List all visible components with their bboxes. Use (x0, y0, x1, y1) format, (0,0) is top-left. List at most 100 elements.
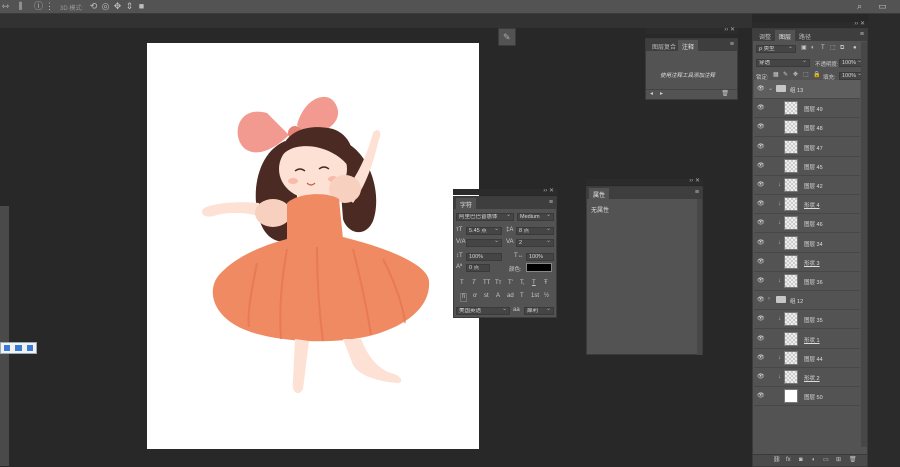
ordinals-button[interactable]: 1st (531, 293, 539, 300)
drag-3d-icon[interactable]: ✥ (113, 2, 122, 11)
layer-row[interactable]: 👁 ↓ 图层 35 (754, 310, 860, 330)
layer-row[interactable]: 👁 ↓ 图层 42 (754, 176, 860, 195)
tracking-field[interactable]: 2 (516, 239, 554, 247)
layer-name[interactable]: 图层 44 (804, 355, 823, 363)
more-icon[interactable]: ⋮ (45, 2, 54, 11)
kerning-field[interactable] (466, 239, 502, 247)
filter-pixel-icon[interactable]: ▣ (801, 45, 807, 52)
layer-name[interactable]: 图层 36 (804, 278, 823, 286)
layer-row[interactable]: 👁 图层 45 (754, 156, 860, 176)
align-icon[interactable]: ⫼ (16, 2, 25, 11)
layer-name[interactable]: 组 12 (790, 297, 803, 305)
layer-name[interactable]: 图层 42 (804, 182, 823, 190)
layer-thumbnail[interactable] (784, 389, 798, 404)
layer-thumbnail[interactable] (784, 274, 798, 288)
mask-icon[interactable]: ◙ (799, 457, 803, 464)
folder-icon[interactable]: ▭ (823, 457, 829, 464)
layer-row[interactable]: 👁 图层 47 (754, 137, 860, 157)
baseline-shift-field[interactable]: 0 点 (466, 264, 490, 272)
layer-name[interactable]: 形状 2 (804, 374, 820, 382)
visibility-eye-icon[interactable]: 👁 (757, 182, 765, 188)
layer-row[interactable]: 👁 图层 50 (754, 387, 860, 407)
visibility-eye-icon[interactable]: 👁 (757, 86, 765, 92)
language-select[interactable]: 美国英语 (456, 307, 510, 315)
tab-adjustments[interactable]: 调整 (755, 30, 775, 41)
new-layer-icon[interactable]: ⊞ (836, 457, 841, 464)
info-icon[interactable]: ⓘ (34, 2, 43, 11)
layer-name[interactable]: 组 13 (790, 86, 803, 94)
layer-thumbnail[interactable] (784, 254, 798, 269)
layer-thumbnail[interactable] (784, 158, 798, 173)
shirt-icon[interactable] (15, 345, 22, 351)
faux-italic-button[interactable]: T (472, 280, 476, 287)
superscript-button[interactable]: T' (508, 280, 513, 287)
tab-layer-comps[interactable]: 图层复合 (648, 40, 680, 51)
visibility-eye-icon[interactable]: 👁 (757, 393, 765, 399)
ligatures-button[interactable]: fi (460, 293, 467, 302)
font-size-field[interactable]: 5.45 点 (466, 227, 502, 235)
layer-name[interactable]: 形状 4 (804, 201, 820, 209)
stylistic-alternates-button[interactable]: A (496, 293, 500, 300)
layer-thumbnail[interactable] (784, 101, 798, 116)
fractions-button[interactable]: ½ (544, 293, 549, 300)
layer-thumbnail[interactable] (784, 312, 798, 327)
layer-name[interactable]: 图层 48 (804, 124, 823, 132)
layer-name[interactable]: 形状 1 (804, 336, 820, 344)
titling-button[interactable]: ad (507, 293, 514, 300)
font-family-select[interactable]: 阿里巴巴普惠体 (456, 213, 514, 221)
move-tool-icon[interactable]: ⇿ (1, 2, 10, 11)
group-expand-icon[interactable]: ⌄ (768, 85, 773, 92)
old-style-button[interactable]: ơ (473, 293, 477, 300)
leading-field[interactable]: 8 点 (516, 227, 554, 235)
layer-thumbnail[interactable] (784, 370, 798, 384)
layer-thumbnail[interactable] (784, 350, 798, 365)
layer-group-row[interactable]: 👁 ⌄ 组 13 (754, 80, 860, 99)
tab-layers[interactable]: 图层 (775, 30, 796, 41)
grid-icon[interactable] (27, 345, 33, 351)
layer-row[interactable]: 👁 ↓ 形状 2 (754, 368, 860, 387)
lock-artboard-icon[interactable]: ⬚ (803, 72, 809, 79)
layer-thumbnail[interactable] (784, 139, 798, 154)
visibility-eye-icon[interactable]: 👁 (757, 105, 765, 111)
layer-thumbnail[interactable] (784, 216, 798, 231)
visibility-eye-icon[interactable]: 👁 (757, 240, 765, 246)
layer-row[interactable]: 👁 ↓ 形状 4 (754, 195, 860, 215)
collapse-icon[interactable]: ›› ✕ (689, 177, 700, 184)
layer-name[interactable]: 图层 47 (804, 144, 823, 152)
next-note-icon[interactable]: ▸ (660, 91, 663, 98)
layer-thumbnail[interactable] (784, 331, 798, 346)
vertical-scale-field[interactable]: 100% (466, 253, 502, 261)
rotate-3d-icon[interactable]: ⟲ (89, 2, 98, 11)
document-canvas[interactable] (147, 43, 479, 449)
fx-icon[interactable]: fx (786, 457, 791, 464)
frame-icon[interactable] (4, 345, 10, 351)
antialias-select[interactable]: 犀利 (524, 307, 554, 315)
delete-note-icon[interactable]: 🗑 (721, 91, 729, 98)
all-caps-button[interactable]: TT (483, 280, 490, 287)
slide-3d-icon[interactable]: ⇕ (125, 2, 134, 11)
ornaments-button[interactable]: T (520, 293, 524, 300)
collapse-icon[interactable]: ›› ✕ (543, 187, 554, 194)
layer-row[interactable]: 👁 ↓ 图层 34 (754, 233, 860, 253)
layers-scrollbar[interactable] (861, 42, 867, 447)
scale-3d-icon[interactable]: ■ (137, 2, 146, 11)
visibility-eye-icon[interactable]: 👁 (757, 278, 765, 284)
floating-mini-toolbar[interactable] (0, 342, 37, 354)
workspace-icon[interactable]: ▭ (878, 2, 887, 11)
filter-shape-icon[interactable]: ⬚ (830, 45, 836, 52)
visibility-eye-icon[interactable]: 👁 (757, 144, 765, 150)
visibility-eye-icon[interactable]: 👁 (757, 336, 765, 342)
notes-panel-strip[interactable]: ›› ✕ (645, 27, 738, 34)
lock-image-icon[interactable]: ✎ (783, 72, 788, 79)
panel-menu-icon[interactable]: ≡ (730, 41, 734, 49)
visibility-eye-icon[interactable]: 👁 (757, 124, 765, 130)
visibility-eye-icon[interactable]: 👁 (757, 297, 765, 303)
visibility-eye-icon[interactable]: 👁 (757, 259, 765, 265)
horizontal-scale-field[interactable]: 100% (526, 253, 554, 261)
properties-panel-strip[interactable]: ›› ✕ (586, 177, 703, 185)
lock-transparent-icon[interactable]: ▦ (773, 72, 779, 79)
font-style-select[interactable]: Medium (517, 213, 554, 221)
layer-name[interactable]: 图层 49 (804, 105, 823, 113)
collapse-icon[interactable]: ›› ✕ (854, 20, 865, 27)
subscript-button[interactable]: T, (520, 280, 525, 287)
